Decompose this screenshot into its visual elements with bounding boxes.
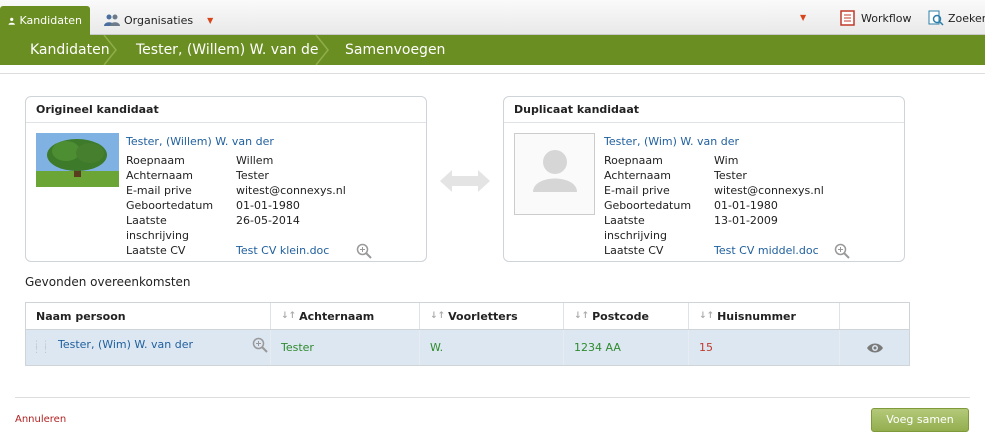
field-label: Laatste CV xyxy=(604,244,664,257)
search-icon xyxy=(928,10,944,26)
duplicate-candidate-card: Duplicaat kandidaat Tester, (Wim) W. van… xyxy=(503,96,905,262)
field-value: 26-05-2014 xyxy=(236,214,300,227)
table-cell-voorletters: W. xyxy=(420,330,564,365)
breadcrumb-label: Kandidaten xyxy=(30,42,110,58)
cv-link[interactable]: Test CV middel.doc xyxy=(714,244,819,257)
field-value: 13-01-2009 xyxy=(714,214,778,227)
cancel-link[interactable]: Annuleren xyxy=(15,414,66,425)
table-cell-actions xyxy=(840,330,909,365)
zoom-icon[interactable] xyxy=(356,243,372,259)
sort-icon: ↓↑ xyxy=(281,311,297,321)
sort-icon: ↓↑ xyxy=(699,311,715,321)
column-header-label: Achternaam xyxy=(299,309,375,323)
table-cell-huisnummer: 15 xyxy=(689,330,840,365)
card-header: Origineel kandidaat xyxy=(26,97,426,123)
divider xyxy=(15,397,970,398)
cv-link[interactable]: Test CV klein.doc xyxy=(236,244,329,257)
column-header-actions xyxy=(840,303,909,329)
tab-kandidaten-label: Kandidaten xyxy=(19,14,82,27)
matches-table: Naam persoon ↓↑ Achternaam ↓↑ Voorletters … xyxy=(25,302,910,366)
field-label: Laatste xyxy=(126,214,167,227)
column-header-label: Huisnummer xyxy=(717,309,796,323)
field-label: E-mail prive xyxy=(126,184,192,197)
field-label: Geboortedatum xyxy=(126,199,214,212)
field-value: Tester xyxy=(714,169,747,182)
zoom-icon[interactable] xyxy=(834,243,850,259)
field-value: witest@connexys.nl xyxy=(236,184,346,197)
original-candidate-card: Origineel kandidaat Tester, (Willem) W. … xyxy=(25,96,427,262)
swap-arrows-icon xyxy=(440,170,490,192)
field-label: Laatste xyxy=(604,214,645,227)
column-header-label: Postcode xyxy=(592,309,649,323)
chevron-right-icon xyxy=(103,35,117,65)
search-button[interactable]: Zoeken xyxy=(928,10,985,26)
field-value: Wim xyxy=(714,154,739,167)
match-name-link[interactable]: Tester, (Wim) W. van der xyxy=(58,338,193,351)
chevron-right-icon xyxy=(315,35,329,65)
chevron-down-icon[interactable]: ▼ xyxy=(207,16,213,25)
card-header: Duplicaat kandidaat xyxy=(504,97,904,123)
breadcrumb: Kandidaten Tester, (Willem) W. van de Sa… xyxy=(0,35,985,65)
candidate-name-link[interactable]: Tester, (Wim) W. van der xyxy=(604,135,739,148)
sort-icon: ↓↑ xyxy=(574,311,590,321)
field-label: Achternaam xyxy=(604,169,671,182)
column-header-label: Naam persoon xyxy=(36,309,126,323)
table-row[interactable]: ⋮⋮ ⋮⋮ Tester, (Wim) W. van der Tester W. … xyxy=(26,330,909,365)
tab-kandidaten[interactable]: Kandidaten xyxy=(0,6,90,35)
sort-icon: ↓↑ xyxy=(430,311,446,321)
field-label: Laatste CV xyxy=(126,244,186,257)
breadcrumb-label: Tester, (Willem) W. van de xyxy=(136,42,319,58)
eye-icon[interactable] xyxy=(866,342,884,354)
workflow-button[interactable]: Workflow xyxy=(840,10,912,26)
table-cell-achternaam: Tester xyxy=(271,330,420,365)
drag-handle-icon[interactable]: ⋮⋮ ⋮⋮ xyxy=(32,340,50,354)
search-label: Zoeken xyxy=(948,11,985,25)
table-header: Naam persoon ↓↑ Achternaam ↓↑ Voorletters … xyxy=(26,303,909,330)
breadcrumb-item-samenvoegen: Samenvoegen xyxy=(330,35,445,65)
field-value: Tester xyxy=(236,169,269,182)
field-label: Roepnaam xyxy=(126,154,185,167)
field-label: Geboortedatum xyxy=(604,199,692,212)
column-header[interactable]: ↓↑ Huisnummer xyxy=(689,303,840,329)
field-value: 01-01-1980 xyxy=(236,199,300,212)
column-header[interactable]: ↓↑ Achternaam xyxy=(271,303,420,329)
field-label: inschrijving xyxy=(126,229,189,242)
divider xyxy=(0,73,985,74)
top-tab-bar: Kandidaten Organisaties ▼ ▼ Workflow Zoe… xyxy=(0,0,985,35)
avatar xyxy=(514,133,595,215)
tab-organisaties[interactable]: Organisaties ▼ xyxy=(96,5,221,35)
column-header[interactable]: Naam persoon xyxy=(26,303,271,329)
user-icon xyxy=(533,150,577,192)
candidate-name-link[interactable]: Tester, (Willem) W. van der xyxy=(126,135,274,148)
tab-organisaties-label: Organisaties xyxy=(124,13,194,27)
column-header[interactable]: ↓↑ Postcode xyxy=(564,303,689,329)
column-header[interactable]: ↓↑ Voorletters xyxy=(420,303,564,329)
zoom-icon[interactable] xyxy=(252,337,268,353)
field-value: Willem xyxy=(236,154,274,167)
table-cell-postcode: 1234 AA xyxy=(564,330,689,365)
field-label: Roepnaam xyxy=(604,154,663,167)
field-label: E-mail prive xyxy=(604,184,670,197)
organisations-icon xyxy=(104,14,120,26)
field-label: Achternaam xyxy=(126,169,193,182)
workflow-icon xyxy=(840,10,855,26)
column-header-label: Voorletters xyxy=(448,309,518,323)
breadcrumb-item-kandidaten[interactable]: Kandidaten xyxy=(0,35,120,65)
table-cell-naam: ⋮⋮ ⋮⋮ Tester, (Wim) W. van der xyxy=(26,330,271,365)
chevron-down-icon[interactable]: ▼ xyxy=(800,13,806,22)
user-icon xyxy=(8,17,15,25)
merge-button[interactable]: Voeg samen xyxy=(871,408,969,432)
breadcrumb-label: Samenvoegen xyxy=(345,42,446,58)
field-value: witest@connexys.nl xyxy=(714,184,824,197)
field-value: 01-01-1980 xyxy=(714,199,778,212)
field-label: inschrijving xyxy=(604,229,667,242)
candidate-photo xyxy=(36,133,119,187)
workflow-label: Workflow xyxy=(861,11,912,25)
breadcrumb-item-candidate[interactable]: Tester, (Willem) W. van de xyxy=(120,35,330,65)
matches-title: Gevonden overeenkomsten xyxy=(25,275,191,289)
